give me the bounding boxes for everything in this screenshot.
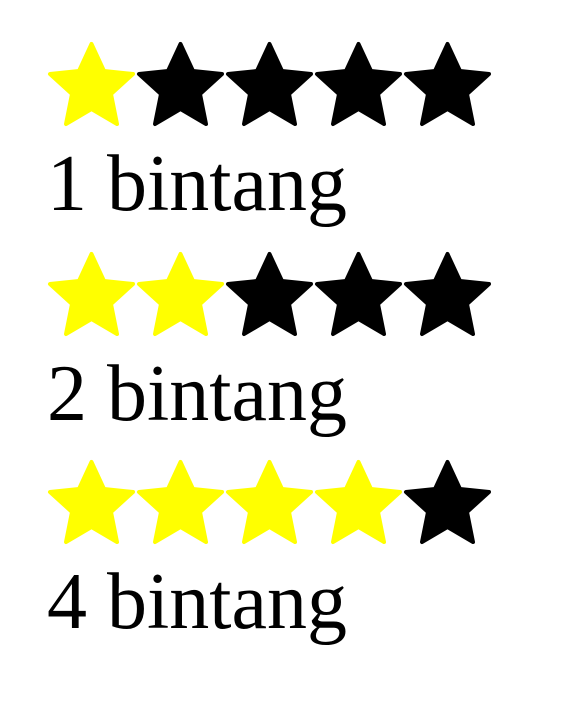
star-icon [136, 458, 225, 548]
star-icon [403, 458, 492, 548]
star-icon [47, 250, 136, 340]
star-icon [225, 250, 314, 340]
star-icon [403, 250, 492, 340]
star-rating-3 [47, 458, 492, 548]
star-icon [314, 250, 403, 340]
star-icon [314, 40, 403, 130]
rating-label-2: 2 bintang [47, 350, 347, 438]
star-icon [47, 40, 136, 130]
star-icon [314, 458, 403, 548]
star-icon [403, 40, 492, 130]
star-icon [136, 40, 225, 130]
star-icon [47, 458, 136, 548]
star-icon [225, 458, 314, 548]
star-rating-2 [47, 250, 492, 340]
star-rating-1 [47, 40, 492, 130]
rating-label-1: 1 bintang [47, 140, 347, 228]
rating-row-1: 1 bintang [47, 40, 492, 224]
rating-label-3: 4 bintang [47, 558, 347, 646]
star-icon [136, 250, 225, 340]
star-icon [225, 40, 314, 130]
rating-row-2: 2 bintang [47, 250, 492, 434]
rating-row-3: 4 bintang [47, 458, 492, 642]
